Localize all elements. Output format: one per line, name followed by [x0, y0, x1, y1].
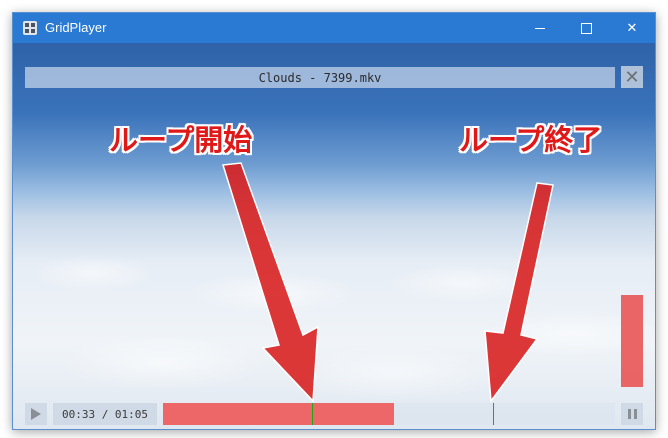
- loop-start-marker[interactable]: [312, 403, 313, 425]
- play-button[interactable]: [25, 403, 47, 425]
- title-bar[interactable]: GridPlayer ✕: [13, 13, 655, 43]
- maximize-icon: [580, 22, 592, 34]
- seek-bar[interactable]: [163, 403, 615, 425]
- video-area[interactable]: Clouds - 7399.mkv ✕ ループ開始 ループ終了 00:33 / …: [13, 43, 655, 429]
- loop-start-arrow: [222, 162, 319, 403]
- pause-button[interactable]: [621, 403, 643, 425]
- seek-progress: [163, 403, 394, 425]
- time-display: 00:33 / 01:05: [53, 403, 157, 425]
- playback-controls: 00:33 / 01:05: [13, 399, 655, 429]
- minimize-icon: [535, 27, 545, 29]
- pause-icon: [627, 409, 637, 419]
- close-window-button[interactable]: ✕: [609, 13, 655, 43]
- volume-bar[interactable]: [621, 295, 643, 387]
- annotation-arrows: [222, 162, 554, 404]
- maximize-button[interactable]: [563, 13, 609, 43]
- play-icon: [31, 408, 41, 420]
- grid-app-icon: [23, 21, 37, 35]
- gridplayer-window: GridPlayer ✕ Clouds - 7399.mkv ✕ ループ開始 ル…: [12, 12, 656, 430]
- close-icon: ✕: [626, 20, 638, 36]
- minimize-button[interactable]: [517, 13, 563, 43]
- window-title: GridPlayer: [45, 20, 107, 35]
- loop-end-arrow: [484, 182, 554, 404]
- loop-end-marker[interactable]: [493, 403, 494, 425]
